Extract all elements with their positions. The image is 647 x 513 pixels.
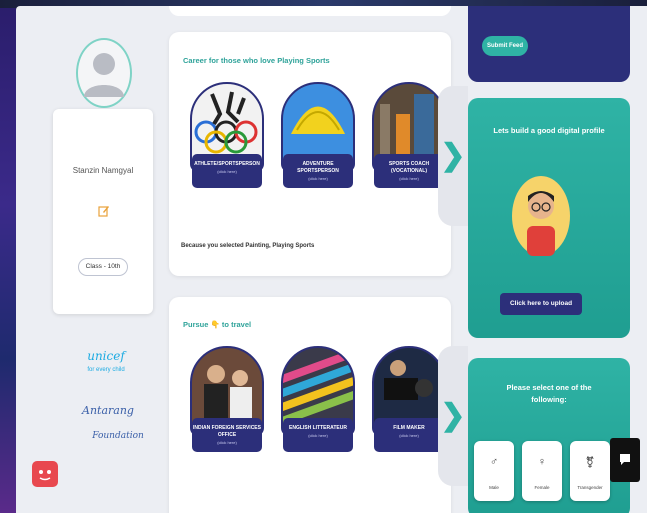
gender-option-transgender[interactable]: ⚧ Transgender <box>570 441 610 501</box>
chevron-right-icon: ❯ <box>440 139 466 172</box>
career-tile-film-maker[interactable]: FILM MAKER (click here) <box>372 346 446 458</box>
chat-button[interactable] <box>610 438 640 482</box>
tile-label: SPORTS COACH (VOCATIONAL) (click here) <box>374 154 444 188</box>
because-text: Because you selected Painting, Playing S… <box>181 243 315 249</box>
submit-feed-button[interactable]: Submit Feed <box>482 36 528 56</box>
chevron-right-icon: ❯ <box>440 399 466 432</box>
tile-label: FILM MAKER (click here) <box>374 418 444 452</box>
gender-option-male[interactable]: ♂ Male <box>474 441 514 501</box>
male-icon: ♂ <box>489 456 499 468</box>
boy-avatar-illustration <box>511 166 571 258</box>
gender-select-title: Please select one of the following: <box>506 383 592 404</box>
upload-button[interactable]: Click here to upload <box>500 293 582 315</box>
previous-card-bottom <box>169 6 451 16</box>
profile-name: Stanzin Namgyal <box>72 166 134 175</box>
partner-logo-sub: Foundation <box>92 431 144 441</box>
tile-label: ATHLETE/SPORTSPERSON (click here) <box>192 154 262 188</box>
app-frame: Stanzin Namgyal Class - 10th unicef for … <box>16 6 647 513</box>
next-arrow-travel[interactable]: ❯ <box>438 346 468 486</box>
female-icon: ♀ <box>537 456 547 468</box>
career-card-title: Career for those who love Playing Sports <box>183 56 330 65</box>
tile-label: ENGLISH LITTERATEUR (click here) <box>283 418 353 452</box>
unicef-logo: unicef <box>87 349 125 363</box>
chat-icon <box>620 454 630 465</box>
gender-label: Female <box>534 485 550 490</box>
career-tile-sports-coach[interactable]: SPORTS COACH (VOCATIONAL) (click here) <box>372 82 446 194</box>
career-tile-athlete[interactable]: ATHLETE/SPORTSPERSON (click here) <box>190 82 264 194</box>
bot-face-icon <box>39 470 51 481</box>
digital-profile-title: Lets build a good digital profile <box>493 126 605 135</box>
partner-logo: Antarang <box>82 404 134 417</box>
avatar[interactable] <box>76 38 132 108</box>
transgender-icon: ⚧ <box>585 457 595 469</box>
unicef-tagline: for every child <box>87 367 125 373</box>
background-edge <box>0 0 16 513</box>
career-tile-foreign-service[interactable]: INDIAN FOREIGN SERVICES OFFICE (click he… <box>190 346 264 458</box>
tile-label: INDIAN FOREIGN SERVICES OFFICE (click he… <box>192 418 262 452</box>
tile-label: ADVENTURE SPORTSPERSON (click here) <box>283 154 353 188</box>
career-tile-adventure[interactable]: ADVENTURE SPORTSPERSON (click here) <box>281 82 355 194</box>
career-tile-litterateur[interactable]: ENGLISH LITTERATEUR (click here) <box>281 346 355 458</box>
help-button[interactable] <box>32 461 58 487</box>
gender-label: Male <box>489 485 499 490</box>
gender-option-female[interactable]: ♀ Female <box>522 441 562 501</box>
class-badge: Class - 10th <box>78 258 128 276</box>
gender-label: Transgender <box>577 485 603 490</box>
user-silhouette-icon <box>84 53 124 97</box>
edit-profile-icon[interactable] <box>98 205 110 217</box>
career-card-title: Pursue 👇 to travel <box>183 320 252 329</box>
next-arrow-sports[interactable]: ❯ <box>438 86 468 226</box>
